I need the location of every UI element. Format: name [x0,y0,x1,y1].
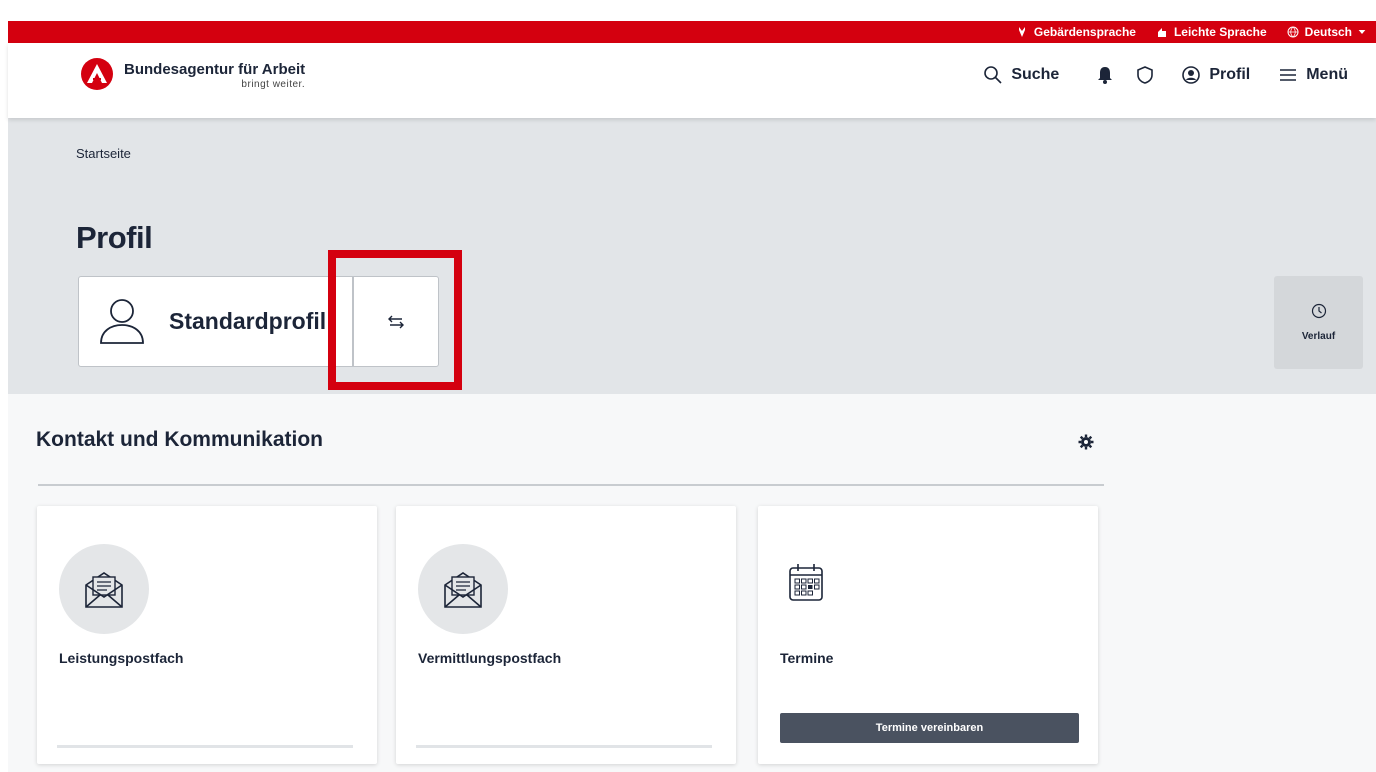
card-vermittlungspostfach[interactable]: Vermittlungspostfach [396,506,736,764]
profile-label: Profil [1209,66,1251,83]
book-appointment-button[interactable]: Termine vereinbaren [780,713,1079,743]
easy-language-label: Leichte Sprache [1173,25,1267,39]
card-label: Termine [780,650,834,666]
shield-icon [1137,66,1154,84]
envelope-letter-icon [444,572,482,608]
section-title: Kontakt und Kommunikation [36,428,323,451]
sign-language-icon [1018,27,1025,37]
swap-arrows-icon [387,315,404,328]
envelope-letter-icon [85,572,123,608]
search-label: Suche [1011,66,1060,83]
profile-hero: Startseite Profil Standardprofil [8,118,1376,394]
card-icon-bg [59,544,149,634]
globe-icon [1287,26,1299,38]
user-circle-icon [1182,66,1201,84]
logo[interactable]: Bundesagentur für Arbeit bringt weiter. [80,57,305,91]
page-title: Profil [76,220,153,255]
utility-links: Gebärdensprache Leichte Sprache Deutsch [1016,21,1366,43]
contact-section: Kontakt und Kommunikation Leistungspostf… [8,394,1376,772]
history-button[interactable]: Verlauf [1274,276,1363,369]
easy-language-icon [1157,28,1166,37]
menu-button[interactable]: Menü [1278,65,1348,85]
search-button[interactable]: Suche [983,65,1059,85]
card-label: Leistungspostfach [59,650,184,666]
gear-icon[interactable] [1078,434,1094,450]
calendar-icon [789,564,823,601]
clock-icon [1311,303,1326,319]
current-profile[interactable]: Standardprofil [79,277,352,366]
card-leistungspostfach[interactable]: Leistungspostfach [37,506,377,764]
profile-name: Standardprofil [169,308,327,334]
notifications-button[interactable] [1095,65,1115,85]
privacy-button[interactable] [1135,65,1155,85]
site-header: Bundesagentur für Arbeit bringt weiter. … [8,43,1376,118]
logo-name: Bundesagentur für Arbeit [124,61,306,78]
easy-language-link[interactable]: Leichte Sprache [1156,25,1267,39]
logo-text: Bundesagentur für Arbeit bringt weiter. [124,57,305,90]
switch-profile-button[interactable] [351,277,439,366]
breadcrumb[interactable]: Startseite [76,146,131,161]
ba-logo-icon [81,58,113,90]
menu-label: Menü [1306,66,1348,83]
user-outline-icon [100,298,144,344]
profile-switcher: Standardprofil [78,276,439,367]
profile-button[interactable]: Profil [1181,65,1250,85]
history-label: Verlauf [1301,331,1336,342]
card-footer-line [416,745,712,748]
sign-language-label: Gebärdensprache [1033,25,1136,39]
sign-language-link[interactable]: Gebärdensprache [1016,25,1136,39]
card-footer-line [57,745,353,748]
language-select[interactable]: Deutsch [1287,25,1366,39]
search-icon [984,66,1002,84]
main-nav: Suche Profil Menü [983,65,1348,85]
utility-bar: Gebärdensprache Leichte Sprache Deutsch [8,21,1376,43]
logo-slogan: bringt weiter. [241,79,306,90]
caret-down-icon [1358,30,1366,34]
hamburger-icon [1280,69,1297,81]
card-termine[interactable]: Termine Termine vereinbaren [758,506,1098,764]
card-label: Vermittlungspostfach [418,650,562,666]
card-icon-bg [418,544,508,634]
language-label: Deutsch [1304,25,1352,39]
bell-icon [1098,67,1113,84]
section-divider [38,484,1104,486]
